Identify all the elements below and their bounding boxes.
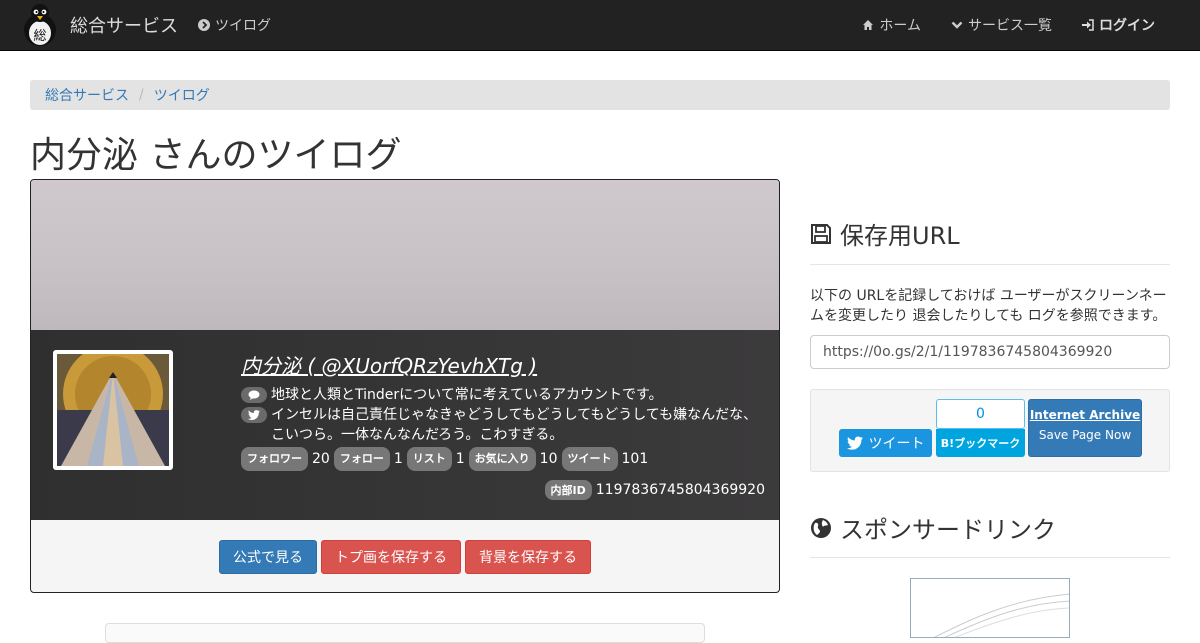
internal-id: 内部ID 1197836745804369920 (544, 480, 765, 500)
penguin-logo-icon: 総 (24, 4, 56, 46)
internal-id-value: 1197836745804369920 (595, 482, 765, 498)
avatar-image (57, 354, 169, 466)
bio-text: 地球と人類とTinderについて常に考えているアカウントです。 (271, 387, 663, 403)
tweets-count: 101 (621, 451, 649, 467)
sponsor-heading-text: スポンサードリンク (840, 516, 1056, 544)
navbar: 総 総合サービス ツイログ ホーム サービス一覧 ログイン (0, 0, 1200, 51)
share-box: ツイート 0 B!ブックマーク Internet Archive Save Pa… (810, 389, 1170, 472)
favorites-label: お気に入り (468, 447, 536, 471)
nav-login[interactable]: ログイン (1082, 15, 1155, 35)
page-title: 内分泌 さんのツイログ (30, 135, 402, 176)
internet-archive-sub: Save Page Now (1038, 428, 1132, 442)
internal-id-label: 内部ID (544, 480, 592, 500)
nav-current-service[interactable]: ツイログ (198, 0, 271, 50)
following-count: 1 (393, 451, 403, 467)
following-label: フォロー (333, 447, 390, 471)
chevron-circle-right-icon (198, 19, 210, 31)
avatar[interactable] (53, 350, 173, 470)
hatena-bookmark-count: 0 (936, 399, 1025, 429)
profile-info: 内分泌 ( @XUorfQRzYevhXTg ) 地球と人類とTinderについ… (31, 330, 779, 520)
tweet-line: インセルは自己責任じゃなきゃどうしてもどうしてもどうしても嫌なんだな、こいつら。… (241, 405, 771, 445)
favorites-count: 10 (539, 451, 558, 467)
save-url-description: 以下の URLを記録しておけば ユーザーがスクリーンネームを変更したり 退会した… (810, 288, 1167, 324)
lists-label: リスト (406, 447, 452, 471)
tweet-list-card (105, 623, 705, 643)
breadcrumb-separator: / (139, 87, 144, 103)
profile-panel: 内分泌 ( @XUorfQRzYevhXTg ) 地球と人類とTinderについ… (30, 179, 780, 593)
brand-link[interactable]: 総 総合サービス (20, 2, 178, 48)
lists-count: 1 (455, 451, 465, 467)
nav-services[interactable]: サービス一覧 (951, 15, 1052, 35)
bio-line: 地球と人類とTinderについて常に考えているアカウントです。 (241, 385, 771, 405)
profile-banner-image (31, 180, 779, 330)
svg-text:総: 総 (33, 29, 46, 44)
hatena-bookmark-button[interactable]: B!ブックマーク (936, 429, 1025, 457)
save-url-heading: 保存用URL (810, 216, 960, 251)
home-icon (863, 20, 874, 30)
view-official-button[interactable]: 公式で見る (219, 540, 317, 574)
tweet-share-button[interactable]: ツイート (839, 429, 932, 457)
breadcrumb-home[interactable]: 総合サービス (45, 85, 129, 105)
internet-archive-title: Internet Archive (1029, 408, 1141, 422)
tweet-share-label: ツイート (868, 436, 925, 452)
nav-services-label: サービス一覧 (968, 18, 1052, 34)
internet-archive-button[interactable]: Internet Archive Save Page Now (1028, 399, 1142, 457)
breadcrumb-current[interactable]: ツイログ (154, 85, 210, 105)
latest-tweet-text: インセルは自己責任じゃなきゃどうしてもどうしてもどうしても嫌なんだな、こいつら。… (271, 407, 758, 443)
divider (810, 264, 1170, 265)
sponsor-ad[interactable] (910, 578, 1070, 638)
twitter-bird-icon (846, 436, 863, 450)
nav-home-label: ホーム (879, 18, 921, 34)
globe-icon (811, 517, 831, 538)
chevron-down-icon (951, 21, 963, 29)
sponsor-heading: スポンサードリンク (810, 510, 1056, 545)
display-name-link[interactable]: 内分泌 ( @XUorfQRzYevhXTg ) (241, 350, 771, 379)
comment-icon (241, 387, 267, 403)
profile-actions: 公式で見る トプ画を保存する 背景を保存する (31, 540, 779, 574)
ad-image (933, 593, 1069, 637)
divider (810, 557, 1170, 558)
save-url-heading-text: 保存用URL (840, 222, 960, 250)
profile-stats: フォロワー 20 フォロー 1 リスト 1 お気に入り 10 ツイート 101 (241, 447, 771, 471)
breadcrumb: 総合サービス / ツイログ (30, 80, 1170, 110)
nav-right: ホーム サービス一覧 ログイン (832, 0, 1155, 50)
nav-login-label: ログイン (1099, 18, 1155, 34)
save-banner-button[interactable]: 背景を保存する (465, 540, 591, 574)
followers-label: フォロワー (241, 447, 308, 471)
followers-count: 20 (312, 451, 330, 467)
tweets-label: ツイート (561, 447, 618, 471)
floppy-disk-icon (811, 223, 831, 244)
save-url-input[interactable] (810, 335, 1170, 369)
save-avatar-button[interactable]: トプ画を保存する (321, 540, 461, 574)
nav-current-label: ツイログ (215, 18, 271, 34)
brand-text: 総合サービス (70, 16, 178, 37)
sign-in-icon (1082, 19, 1094, 31)
twitter-bird-icon (241, 407, 267, 423)
profile-text: 内分泌 ( @XUorfQRzYevhXTg ) 地球と人類とTinderについ… (241, 350, 771, 471)
nav-home[interactable]: ホーム (862, 15, 921, 35)
